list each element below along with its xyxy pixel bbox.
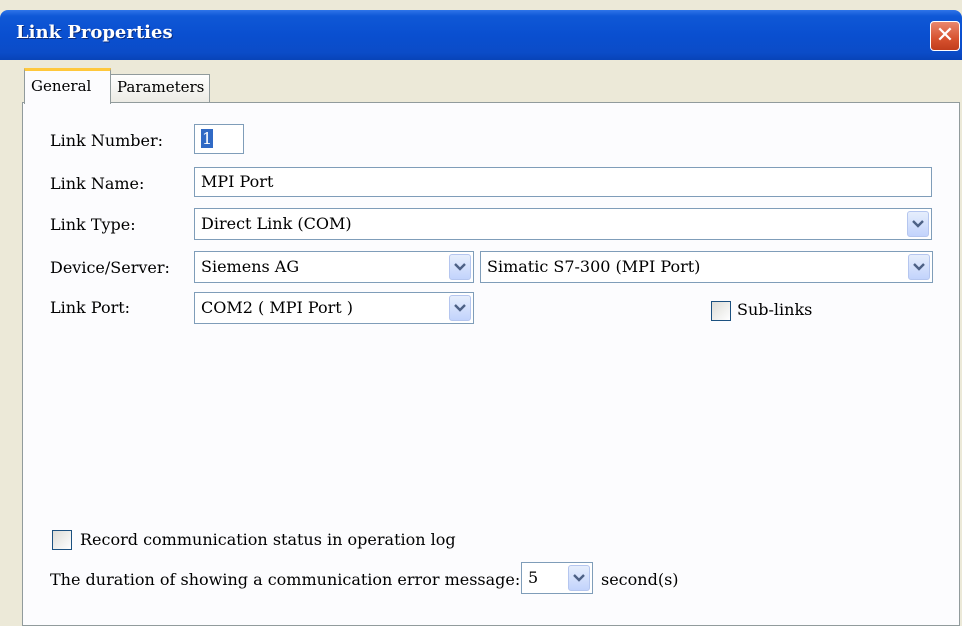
link-port-select[interactable]: COM2 ( MPI Port ) (194, 292, 474, 324)
link-type-label: Link Type: (50, 215, 136, 234)
link-number-label: Link Number: (50, 131, 164, 150)
sub-links-label[interactable]: Sub-links (737, 300, 812, 319)
link-type-dropdown-button[interactable] (907, 211, 929, 237)
link-number-input[interactable]: 1 (194, 124, 244, 154)
error-duration-value: 5 (528, 568, 539, 587)
link-type-select[interactable]: Direct Link (COM) (194, 208, 932, 240)
link-port-dropdown-button[interactable] (449, 295, 471, 321)
error-duration-unit: second(s) (601, 570, 679, 589)
record-status-label[interactable]: Record communication status in operation… (80, 530, 456, 549)
title-bar[interactable]: Link Properties ✕ (0, 10, 962, 60)
link-properties-dialog: Link Properties ✕ General Parameters Lin… (0, 0, 962, 626)
link-port-value: COM2 ( MPI Port ) (201, 298, 354, 317)
error-duration-label: The duration of showing a communication … (50, 570, 521, 589)
device-vendor-value: Siemens AG (201, 257, 300, 276)
device-vendor-select[interactable]: Siemens AG (194, 251, 474, 283)
sub-links-checkbox[interactable] (711, 301, 731, 321)
device-model-value: Simatic S7-300 (MPI Port) (487, 257, 701, 276)
device-vendor-dropdown-button[interactable] (449, 254, 471, 280)
tab-parameters-label: Parameters (117, 78, 205, 96)
record-status-checkbox[interactable] (52, 530, 72, 550)
link-port-label: Link Port: (50, 298, 131, 317)
device-model-select[interactable]: Simatic S7-300 (MPI Port) (480, 251, 933, 283)
tab-general-label: General (31, 77, 92, 95)
link-name-label: Link Name: (50, 174, 145, 193)
error-duration-dropdown-button[interactable] (568, 565, 590, 591)
close-icon: ✕ (935, 23, 955, 48)
close-button[interactable]: ✕ (930, 21, 960, 51)
chevron-down-icon (454, 304, 466, 312)
chevron-down-icon (454, 263, 466, 271)
link-number-value: 1 (201, 129, 214, 148)
chevron-down-icon (573, 574, 585, 582)
tab-parameters[interactable]: Parameters (110, 74, 210, 102)
chevron-down-icon (912, 220, 924, 228)
window-title: Link Properties (16, 22, 173, 43)
link-name-value: MPI Port (201, 172, 274, 191)
tab-general[interactable]: General (24, 68, 111, 104)
error-duration-select[interactable]: 5 (521, 562, 593, 594)
link-type-value: Direct Link (COM) (201, 214, 352, 233)
chevron-down-icon (913, 263, 925, 271)
link-name-input[interactable]: MPI Port (194, 167, 932, 197)
device-server-label: Device/Server: (50, 258, 170, 277)
device-model-dropdown-button[interactable] (908, 254, 930, 280)
